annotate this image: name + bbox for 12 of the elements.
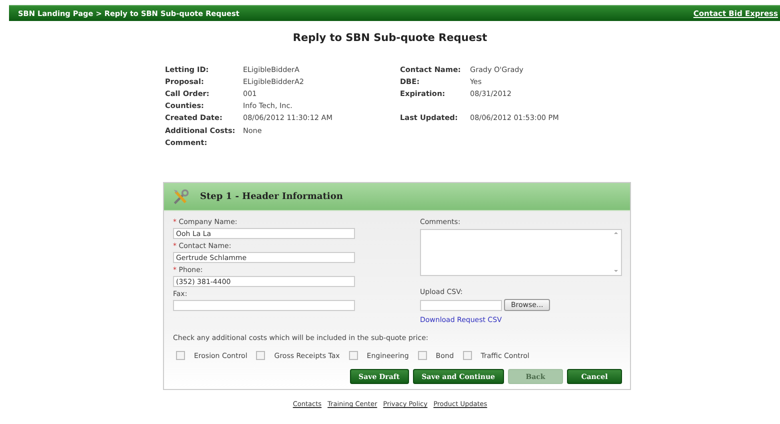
checkbox[interactable] xyxy=(348,351,358,360)
file-field[interactable] xyxy=(420,300,502,311)
checkbox[interactable] xyxy=(462,351,472,360)
scrollbar[interactable] xyxy=(613,230,619,274)
page-title: Reply to SBN Sub-quote Request xyxy=(292,32,488,46)
checkbox[interactable] xyxy=(418,351,427,360)
step-title: Step 1 - Header Information xyxy=(200,192,343,202)
checkbox[interactable] xyxy=(256,351,266,360)
comments-field[interactable] xyxy=(420,229,622,276)
checkbox[interactable] xyxy=(176,351,185,360)
tools-icon xyxy=(172,188,190,206)
input-field[interactable] xyxy=(173,300,355,312)
